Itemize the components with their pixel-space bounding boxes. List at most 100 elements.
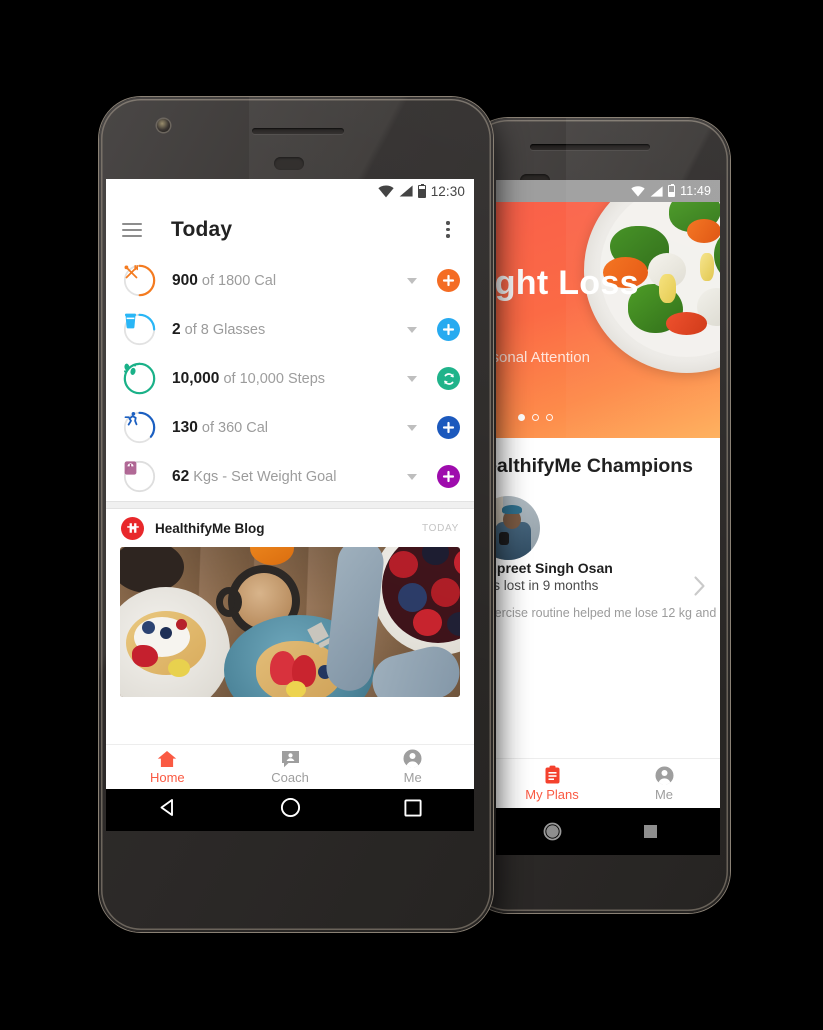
weight-row-text: 62 Kgs - Set Weight Goal (172, 468, 407, 486)
add-calories-button[interactable] (437, 269, 460, 292)
chevron-down-icon[interactable] (407, 277, 417, 284)
plus-icon (442, 274, 455, 287)
cutlery-icon (123, 264, 156, 297)
add-workout-button[interactable] (437, 416, 460, 439)
champions-section-title: HealthifyMe Champions (496, 455, 694, 477)
home-circle-icon (543, 822, 561, 841)
steps-row-text: 10,000 of 10,000 Steps (172, 370, 407, 388)
chevron-right-icon[interactable] (693, 576, 706, 596)
chevron-down-icon[interactable] (407, 473, 417, 480)
weight-scale-icon (123, 460, 156, 493)
sys-recents-right[interactable] (608, 824, 693, 839)
wifi-icon (378, 184, 394, 197)
nav-label-home: Home (149, 769, 185, 785)
front-camera-left (157, 119, 170, 132)
signal-icon (650, 185, 663, 197)
nav-item-me-right[interactable]: Me (608, 759, 720, 808)
back-triangle-icon (160, 799, 173, 816)
page-title: Today (171, 217, 233, 241)
battery-icon (668, 184, 676, 197)
recents-square-icon (644, 825, 658, 838)
workout-unit: of 360 Cal (197, 419, 269, 436)
battery-icon (417, 183, 426, 198)
account-icon (403, 749, 422, 768)
steps-value: 10,000 (172, 369, 220, 387)
running-person-icon (123, 411, 156, 444)
phone-device-left: 12:30 Today 900 of 1800 Cal 2 of 8 Glass… (99, 97, 493, 932)
scene-root: 11:49 ght Loss onal Attention althifyMe … (0, 0, 823, 1030)
earpiece-speaker-left (252, 128, 344, 134)
hero-banner[interactable]: Weight Loss With Personal Attention (496, 202, 720, 438)
tracker-row-workout[interactable]: 130 of 360 Cal (106, 403, 474, 452)
system-nav-left[interactable] (106, 789, 474, 831)
carousel-dot-1[interactable] (518, 414, 525, 421)
tracker-list: 900 of 1800 Cal 2 of 8 Glasses 10,000 of… (106, 256, 474, 501)
tracker-row-weight[interactable]: 62 Kgs - Set Weight Goal (106, 452, 474, 501)
home-circle-icon (280, 797, 301, 818)
healthifyme-logo-icon (121, 516, 144, 540)
chevron-down-icon[interactable] (407, 375, 417, 382)
nav-item-coach[interactable]: Coach (229, 745, 352, 789)
workout-row-text: 130 of 360 Cal (172, 419, 407, 437)
bottom-nav-right[interactable]: My Plans Me (496, 758, 720, 808)
sync-icon (443, 372, 454, 385)
kebab-menu-icon[interactable] (438, 221, 458, 238)
plus-icon (442, 323, 455, 336)
footsteps-icon (123, 362, 156, 395)
carousel-dot-2[interactable] (532, 414, 539, 421)
nav-label-me-right: Me (654, 786, 674, 802)
add-water-button[interactable] (437, 318, 460, 341)
earpiece-speaker-right (530, 144, 650, 150)
status-bar-right: 11:49 (496, 180, 720, 202)
sys-home-left[interactable] (280, 797, 301, 823)
sys-recents-left[interactable] (404, 798, 422, 822)
hero-subtitle: With Personal Attention (496, 349, 590, 366)
blog-card-header: HealthifyMe Blog TODAY (106, 509, 474, 547)
bottom-nav-left[interactable]: Home Coach Me (106, 744, 474, 789)
proximity-sensor-left (274, 157, 304, 170)
screen-left: 12:30 Today 900 of 1800 Cal 2 of 8 Glass… (106, 179, 474, 831)
sys-back-left[interactable] (158, 798, 177, 822)
hamburger-menu-icon[interactable] (122, 222, 142, 237)
tracker-row-water[interactable]: 2 of 8 Glasses (106, 305, 474, 354)
sys-home-right[interactable] (496, 822, 608, 841)
section-divider (106, 501, 474, 509)
steps-progress-ring (123, 362, 156, 395)
breakfast-photo[interactable] (120, 547, 460, 697)
nav-item-home[interactable]: Home (106, 745, 229, 789)
tracker-row-steps[interactable]: 10,000 of 10,000 Steps (106, 354, 474, 403)
champion-quote: "The exercise routine helped me lose 12 … (496, 606, 720, 620)
nav-label-me: Me (403, 770, 422, 785)
clipboard-icon (545, 765, 559, 784)
water-progress-ring (123, 313, 156, 346)
phone-device-right: 11:49 ght Loss onal Attention althifyMe … (466, 118, 730, 913)
wifi-icon (631, 185, 645, 197)
signal-icon (399, 185, 413, 197)
champion-meta: 12 Kgs lost in 9 months (496, 578, 599, 593)
chevron-down-icon[interactable] (407, 326, 417, 333)
nav-item-my-plans[interactable]: My Plans (496, 759, 608, 808)
system-nav-right[interactable] (496, 808, 720, 855)
nav-label-my-plans: My Plans (525, 787, 579, 802)
status-bar-time-right: 11:49 (680, 184, 711, 198)
calorie-unit: of 1800 Cal (197, 272, 277, 289)
screen-right: 11:49 ght Loss onal Attention althifyMe … (496, 180, 720, 855)
champion-name: Amanpreet Singh Osan (496, 560, 613, 576)
nav-label-coach: Coach (271, 769, 309, 785)
nav-item-me[interactable]: Me (351, 745, 474, 789)
chevron-down-icon[interactable] (407, 424, 417, 431)
carousel-dots[interactable] (518, 414, 553, 421)
blog-card[interactable]: HealthifyMe Blog TODAY (106, 509, 474, 697)
calorie-row-text: 900 of 1800 Cal (172, 272, 407, 290)
hero-title: Weight Loss (496, 264, 639, 302)
recents-square-icon (404, 798, 422, 817)
water-row-text: 2 of 8 Glasses (172, 321, 407, 339)
weight-unit: Kgs - Set Weight Goal (189, 468, 337, 485)
tracker-row-calories[interactable]: 900 of 1800 Cal (106, 256, 474, 305)
water-value: 2 (172, 320, 181, 338)
sync-steps-button[interactable] (437, 367, 460, 390)
blog-card-timestamp: TODAY (421, 522, 459, 534)
carousel-dot-3[interactable] (546, 414, 553, 421)
home-icon (158, 750, 177, 767)
add-weight-button[interactable] (437, 465, 460, 488)
